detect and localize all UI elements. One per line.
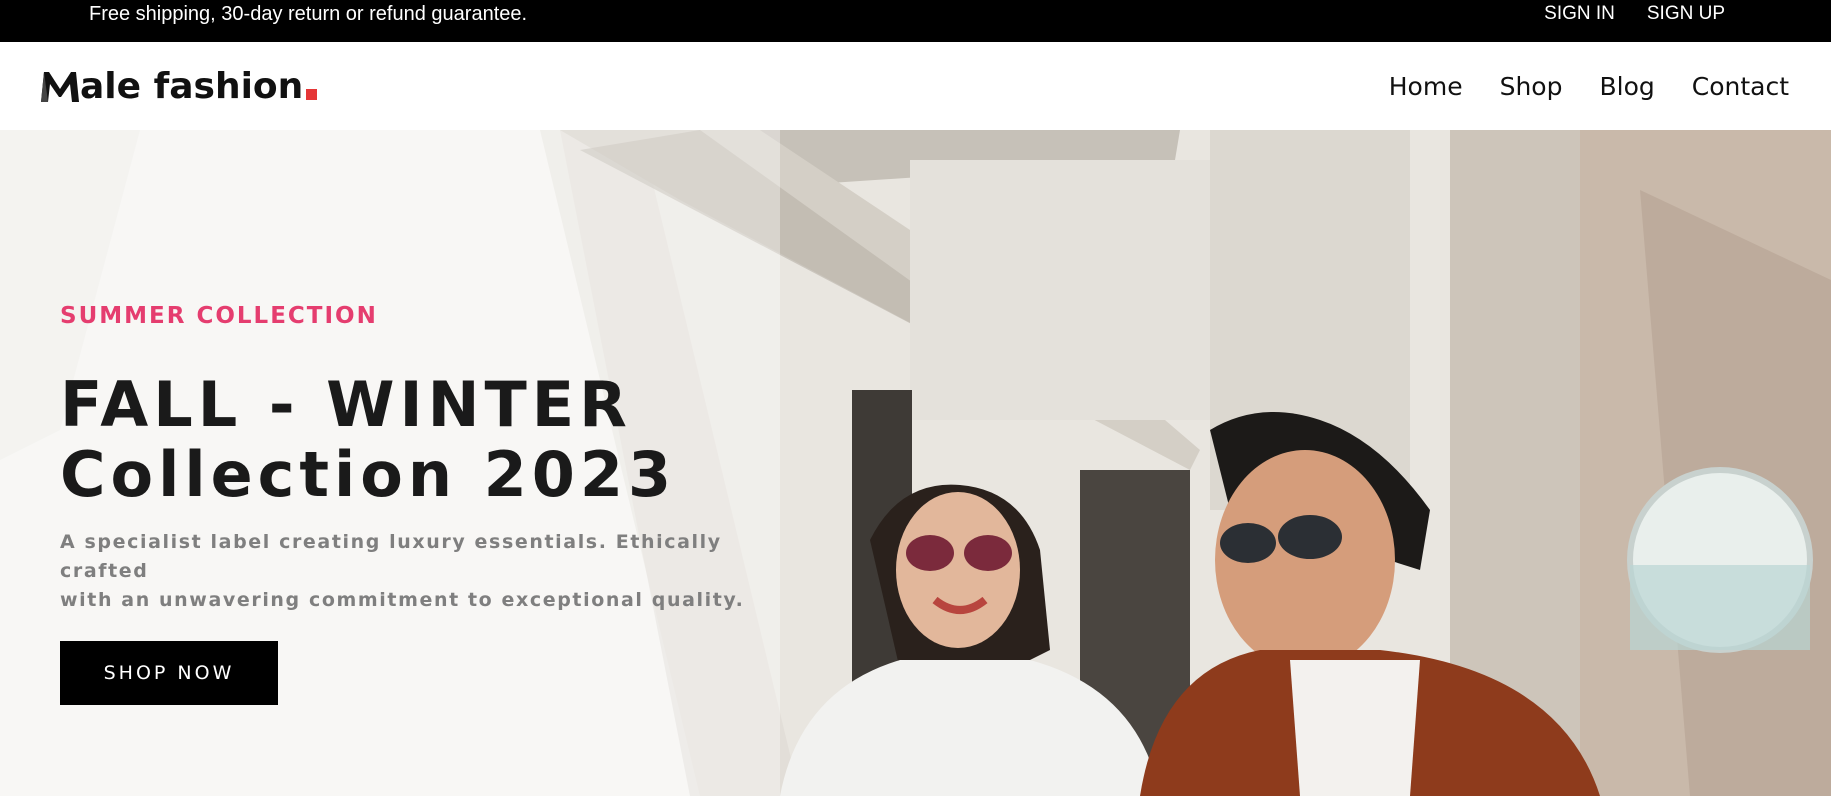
- hero-subtitle: SUMMER COLLECTION: [60, 303, 378, 329]
- logo-text: ale fashion: [80, 66, 304, 107]
- hero-description: A specialist label creating luxury essen…: [60, 528, 800, 615]
- sign-in-link[interactable]: SIGN IN: [1544, 0, 1615, 28]
- site-header: ale fashion Home Shop Blog Contact: [0, 42, 1831, 130]
- hero-title-line1: FALL - WINTER: [60, 368, 632, 441]
- logo-dot: [306, 89, 318, 100]
- nav-home[interactable]: Home: [1389, 70, 1463, 104]
- nav-contact[interactable]: Contact: [1692, 70, 1789, 104]
- hero-content: SUMMER COLLECTION FALL - WINTER Collecti…: [60, 302, 820, 705]
- sign-up-link[interactable]: SIGN UP: [1647, 0, 1725, 28]
- hero-title-line2: Collection 2023: [60, 438, 677, 511]
- hero-banner: SUMMER COLLECTION FALL - WINTER Collecti…: [0, 130, 1831, 796]
- site-logo[interactable]: ale fashion: [40, 60, 318, 110]
- auth-links: SIGN IN SIGN UP: [1544, 0, 1725, 28]
- hero-title: FALL - WINTER Collection 2023: [60, 370, 820, 510]
- nav-blog[interactable]: Blog: [1599, 70, 1654, 104]
- main-nav: Home Shop Blog Contact: [1389, 70, 1789, 104]
- nav-shop[interactable]: Shop: [1500, 70, 1563, 104]
- hero-description-line2: with an unwavering commitment to excepti…: [60, 589, 745, 611]
- shop-now-button[interactable]: SHOP NOW: [60, 641, 278, 705]
- top-bar: Free shipping, 30-day return or refund g…: [0, 0, 1831, 42]
- hero-description-line1: A specialist label creating luxury essen…: [60, 531, 722, 582]
- m-logo-icon: [41, 72, 79, 102]
- promo-text: Free shipping, 30-day return or refund g…: [89, 3, 528, 25]
